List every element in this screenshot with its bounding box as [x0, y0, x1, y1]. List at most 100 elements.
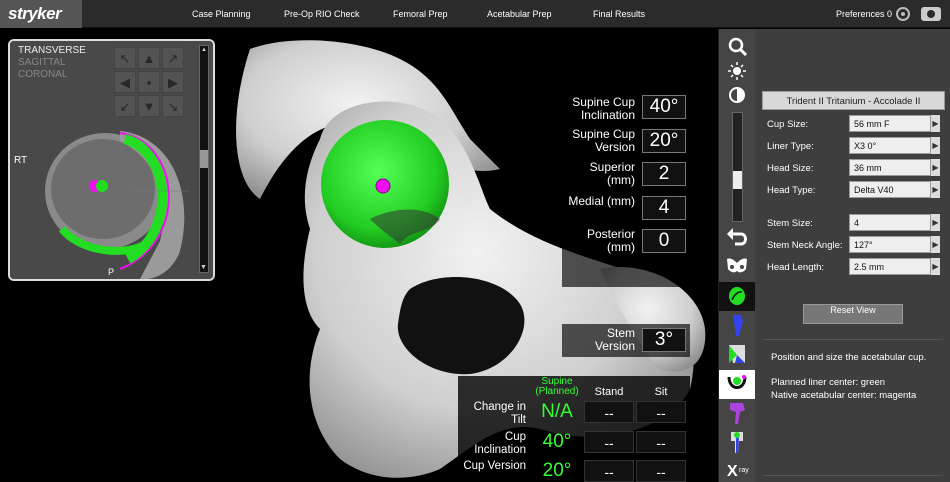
pan-up-icon[interactable]: ▲ [138, 47, 160, 69]
legend-green-text: Planned liner center: green [771, 377, 886, 388]
supine-cup-version-label: Supine Cup Version [572, 127, 635, 154]
chevron-right-icon[interactable]: ▶ [930, 214, 940, 231]
instruction-text: Position and size the acetabular cup. [771, 352, 927, 363]
chevron-right-icon[interactable]: ▶ [930, 181, 940, 198]
pan-right-icon[interactable]: ▶ [162, 71, 184, 93]
pan-down-icon[interactable]: ▼ [138, 95, 160, 117]
head-length-label: Head Length: [767, 262, 825, 273]
view-sagittal[interactable]: SAGITTAL [18, 57, 66, 68]
supine-cup-inclination-label: Supine Cup Inclination [572, 95, 635, 122]
cell-inclination-stand: -- [584, 431, 634, 453]
xray-icon[interactable]: X ray [721, 456, 754, 482]
svg-text:ray: ray [739, 467, 749, 474]
scroll-up-icon[interactable]: ▲ [201, 47, 207, 53]
view-coronal[interactable]: CORONAL [18, 69, 67, 80]
cell-inclination-supine: 40° [542, 431, 572, 452]
brightness-icon[interactable] [721, 58, 754, 84]
stem-version-label: Stem Version [594, 326, 635, 353]
stryker-logo: stryker [0, 0, 82, 28]
tool-sidebar: X ray [718, 29, 756, 482]
slice-scrollbar[interactable]: ▲ ▼ [199, 45, 209, 273]
pan-left-icon[interactable]: ◀ [114, 71, 136, 93]
tab-femoral-prep[interactable]: Femoral Prep [393, 0, 448, 28]
cup-icon[interactable] [721, 283, 754, 309]
cell-version-stand: -- [584, 460, 634, 482]
head-type-label: Head Type: [767, 185, 816, 196]
pan-down-left-icon[interactable]: ↙ [114, 95, 136, 117]
medial-value[interactable]: 4 [642, 196, 686, 220]
superior-value[interactable]: 2 [642, 162, 686, 186]
scroll-down-icon[interactable]: ▼ [200, 264, 207, 271]
stem-implant-icon[interactable] [721, 429, 754, 455]
tab-acetabular-prep[interactable]: Acetabular Prep [487, 0, 552, 28]
superior-label: Superior (mm) [589, 160, 635, 187]
head-length-field[interactable]: 2.5 mm [849, 258, 940, 275]
header-stand: Stand [594, 386, 624, 398]
pan-down-right-icon[interactable]: ↘ [162, 95, 184, 117]
chevron-right-icon[interactable]: ▶ [930, 159, 940, 176]
posterior-label: Posterior (mm) [586, 227, 635, 254]
head-size-field[interactable]: 36 mm [849, 159, 940, 176]
stem-version-value[interactable]: 3° [642, 328, 686, 352]
side-label: RT [14, 155, 28, 166]
stem-neck-angle-label: Stem Neck Angle: [767, 240, 843, 251]
chevron-right-icon[interactable]: ▶ [930, 115, 940, 132]
stem-size-label: Stem Size: [767, 218, 813, 229]
preferences-button[interactable]: Preferences 0 [836, 0, 892, 28]
pan-up-right-icon[interactable]: ↗ [162, 47, 184, 69]
cell-tilt-supine: N/A [541, 401, 573, 422]
tab-final-results[interactable]: Final Results [593, 0, 645, 28]
chevron-right-icon[interactable]: ▶ [930, 236, 940, 253]
tab-case-planning[interactable]: Case Planning [192, 0, 251, 28]
cell-tilt-sit: -- [636, 401, 686, 423]
pelvis-icon[interactable] [721, 253, 754, 279]
pan-up-left-icon[interactable]: ↖ [114, 47, 136, 69]
slice-scroll-thumb[interactable] [200, 150, 208, 168]
svg-text:X: X [727, 463, 738, 480]
stem-icon[interactable] [721, 312, 754, 338]
chevron-right-icon[interactable]: ▶ [930, 258, 940, 275]
top-navigation-bar: stryker Case Planning Pre-Op RIO Check F… [0, 0, 950, 28]
stem-neck-angle-field[interactable]: 127° [849, 236, 940, 253]
head-type-field[interactable]: Delta V40 [849, 181, 940, 198]
cup-impaction-icon[interactable] [721, 371, 754, 397]
stem-size-field[interactable]: 4 [849, 214, 940, 231]
undo-icon[interactable] [721, 224, 754, 250]
camera-icon[interactable] [921, 7, 941, 21]
cup-size-label: Cup Size: [767, 119, 809, 130]
supine-cup-inclination-value[interactable]: 40° [642, 95, 686, 119]
medial-label: Medial (mm) [568, 194, 635, 208]
cup-size-field[interactable]: 56 mm F [849, 115, 940, 132]
divider [763, 475, 943, 476]
liner-type-label: Liner Type: [767, 141, 814, 152]
tilt-table: Supine (Planned) Stand Sit Change in Til… [458, 376, 690, 482]
liner-type-field[interactable]: X3 0° [849, 137, 940, 154]
implant-panel: Trident II Tritanium - Accolade II Cup S… [755, 29, 950, 482]
divider [763, 339, 943, 340]
row-label-change-in-tilt: Change in Tilt [473, 401, 526, 426]
brightness-slider[interactable] [732, 112, 743, 222]
app-window: stryker Case Planning Pre-Op RIO Check F… [0, 0, 950, 482]
pan-center-icon[interactable]: ▪ [138, 71, 160, 93]
cell-inclination-sit: -- [636, 431, 686, 453]
chevron-right-icon[interactable]: ▶ [930, 137, 940, 154]
view-transverse[interactable]: TRANSVERSE [18, 45, 86, 56]
gear-icon[interactable] [896, 7, 910, 21]
implant-selector-button[interactable]: Trident II Tritanium - Accolade II [762, 91, 945, 110]
posterior-value[interactable]: 0 [642, 229, 686, 253]
contrast-icon[interactable] [721, 82, 754, 108]
reset-view-button[interactable]: Reset View [803, 304, 903, 324]
search-icon[interactable] [721, 34, 754, 60]
header-sit: Sit [654, 386, 668, 398]
3d-viewport[interactable]: TRANSVERSE SAGITTAL CORONAL RT P ↖ ▲ ↗ ◀… [0, 29, 718, 482]
cell-tilt-stand: -- [584, 401, 634, 423]
femur-head-icon[interactable] [721, 341, 754, 367]
ct-slice-view[interactable]: TRANSVERSE SAGITTAL CORONAL RT P ↖ ▲ ↗ ◀… [8, 39, 215, 281]
tab-pre-op-rio-check[interactable]: Pre-Op RIO Check [284, 0, 360, 28]
supine-cup-version-value[interactable]: 20° [642, 129, 686, 153]
brightness-slider-thumb[interactable] [733, 171, 742, 189]
head-size-label: Head Size: [767, 163, 814, 174]
posterior-label: P [108, 267, 115, 277]
row-label-cup-version: Cup Version [463, 460, 526, 472]
femur-icon[interactable] [721, 400, 754, 426]
